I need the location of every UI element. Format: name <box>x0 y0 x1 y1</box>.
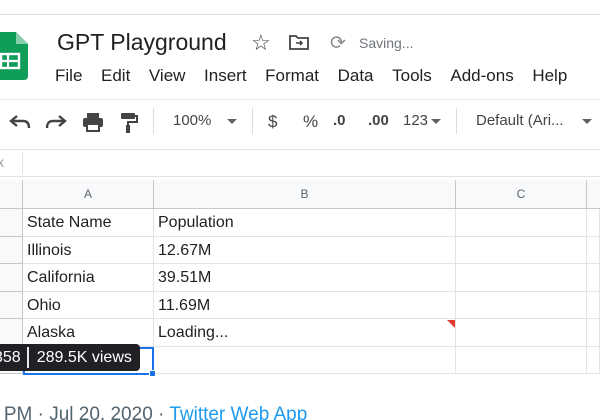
star-icon[interactable]: ☆ <box>251 30 271 56</box>
top-border <box>0 14 600 15</box>
grid-cell[interactable] <box>456 264 587 292</box>
views-count: 289.5K views <box>36 349 132 366</box>
grid-cell[interactable]: 39.51M <box>154 264 456 292</box>
menu-help[interactable]: Help <box>532 66 567 88</box>
grid-cell[interactable]: Population <box>154 209 456 237</box>
font-value: Default (Ari... <box>476 112 564 129</box>
toolbar-divider <box>456 108 457 134</box>
menu-insert[interactable]: Insert <box>204 66 247 88</box>
redo-icon[interactable] <box>45 114 67 130</box>
percent-format-button[interactable]: % <box>303 112 318 132</box>
grid-cell[interactable] <box>587 209 600 237</box>
sync-icon: ⟳ <box>330 33 346 54</box>
grid-cell[interactable]: Loading... <box>154 319 456 347</box>
grid-cell[interactable] <box>456 346 587 374</box>
grid-cell[interactable] <box>587 346 600 374</box>
zoom-select[interactable]: 100% <box>173 112 238 129</box>
currency-format-button[interactable]: $ <box>268 112 277 132</box>
column-header-b[interactable]: B <box>154 180 456 209</box>
row-header[interactable] <box>0 291 23 319</box>
row-header[interactable] <box>0 209 23 237</box>
sheets-logo-icon[interactable] <box>0 32 28 80</box>
grid-cell[interactable] <box>456 236 587 264</box>
grid-cell[interactable] <box>456 291 587 319</box>
grid-cell[interactable] <box>456 209 587 237</box>
menu-view[interactable]: View <box>149 66 186 88</box>
column-header-c[interactable]: C <box>456 180 587 209</box>
save-status: Saving... <box>359 35 414 51</box>
grid-cell[interactable]: Alaska <box>23 319 154 347</box>
menu-data[interactable]: Data <box>338 66 374 88</box>
grid-cell[interactable] <box>154 346 456 374</box>
toolbar-divider <box>252 108 253 134</box>
formula-divider <box>22 152 23 174</box>
grid-cell[interactable]: 11.69M <box>154 291 456 319</box>
select-all-corner[interactable] <box>0 180 23 209</box>
row-header[interactable] <box>0 236 23 264</box>
tweet-meta: 6 PM · Jul 20, 2020 · Twitter Web App <box>0 404 307 420</box>
row-header[interactable] <box>0 319 23 347</box>
views-overlay: 358 289.5K views <box>0 344 140 371</box>
grid-cell[interactable]: Ohio <box>23 291 154 319</box>
menu-format[interactable]: Format <box>265 66 319 88</box>
row-header[interactable] <box>0 264 23 292</box>
chevron-down-icon <box>431 118 442 124</box>
toolbar-divider <box>153 108 154 134</box>
grid-cell[interactable]: 12.67M <box>154 236 456 264</box>
menu-bar: File Edit View Insert Format Data Tools … <box>55 66 586 88</box>
font-select[interactable]: Default (Ari... <box>476 112 592 129</box>
cell-note-indicator[interactable] <box>447 320 455 328</box>
grid-cell[interactable]: California <box>23 264 154 292</box>
views-left-count: 358 <box>0 349 21 366</box>
views-divider <box>26 347 29 368</box>
chevron-down-icon <box>227 118 238 124</box>
move-to-folder-icon[interactable] <box>289 34 309 50</box>
menu-file[interactable]: File <box>55 66 82 88</box>
tweet-source-link[interactable]: Twitter Web App <box>169 404 307 420</box>
formula-close-icon[interactable]: x <box>0 154 4 170</box>
zoom-value: 100% <box>173 112 212 129</box>
decrease-decimal-button[interactable]: .0 <box>333 112 346 129</box>
grid-cell[interactable] <box>456 319 587 347</box>
menu-edit[interactable]: Edit <box>101 66 130 88</box>
grid-cell[interactable] <box>587 291 600 319</box>
fill-handle[interactable] <box>149 370 156 377</box>
grid-cell[interactable] <box>587 236 600 264</box>
document-title[interactable]: GPT Playground <box>57 29 227 56</box>
column-header-d[interactable] <box>587 180 600 209</box>
tweet-timestamp: 6 PM · Jul 20, 2020 · <box>0 404 170 420</box>
formula-bar <box>0 149 600 177</box>
print-icon[interactable] <box>82 112 104 132</box>
menu-tools[interactable]: Tools <box>392 66 432 88</box>
chevron-down-icon <box>581 118 592 124</box>
column-header-a[interactable]: A <box>23 180 154 209</box>
increase-decimal-button[interactable]: .00 <box>368 112 389 129</box>
grid-cell[interactable] <box>587 319 600 347</box>
grid-cell[interactable] <box>587 264 600 292</box>
more-formats-label: 123 <box>403 112 429 129</box>
grid-cell[interactable]: Illinois <box>23 236 154 264</box>
grid-cell[interactable]: State Name <box>23 209 154 237</box>
paint-format-icon[interactable] <box>119 112 139 134</box>
more-formats-button[interactable]: 123 <box>403 112 442 129</box>
undo-icon[interactable] <box>9 114 31 130</box>
menu-addons[interactable]: Add-ons <box>450 66 513 88</box>
